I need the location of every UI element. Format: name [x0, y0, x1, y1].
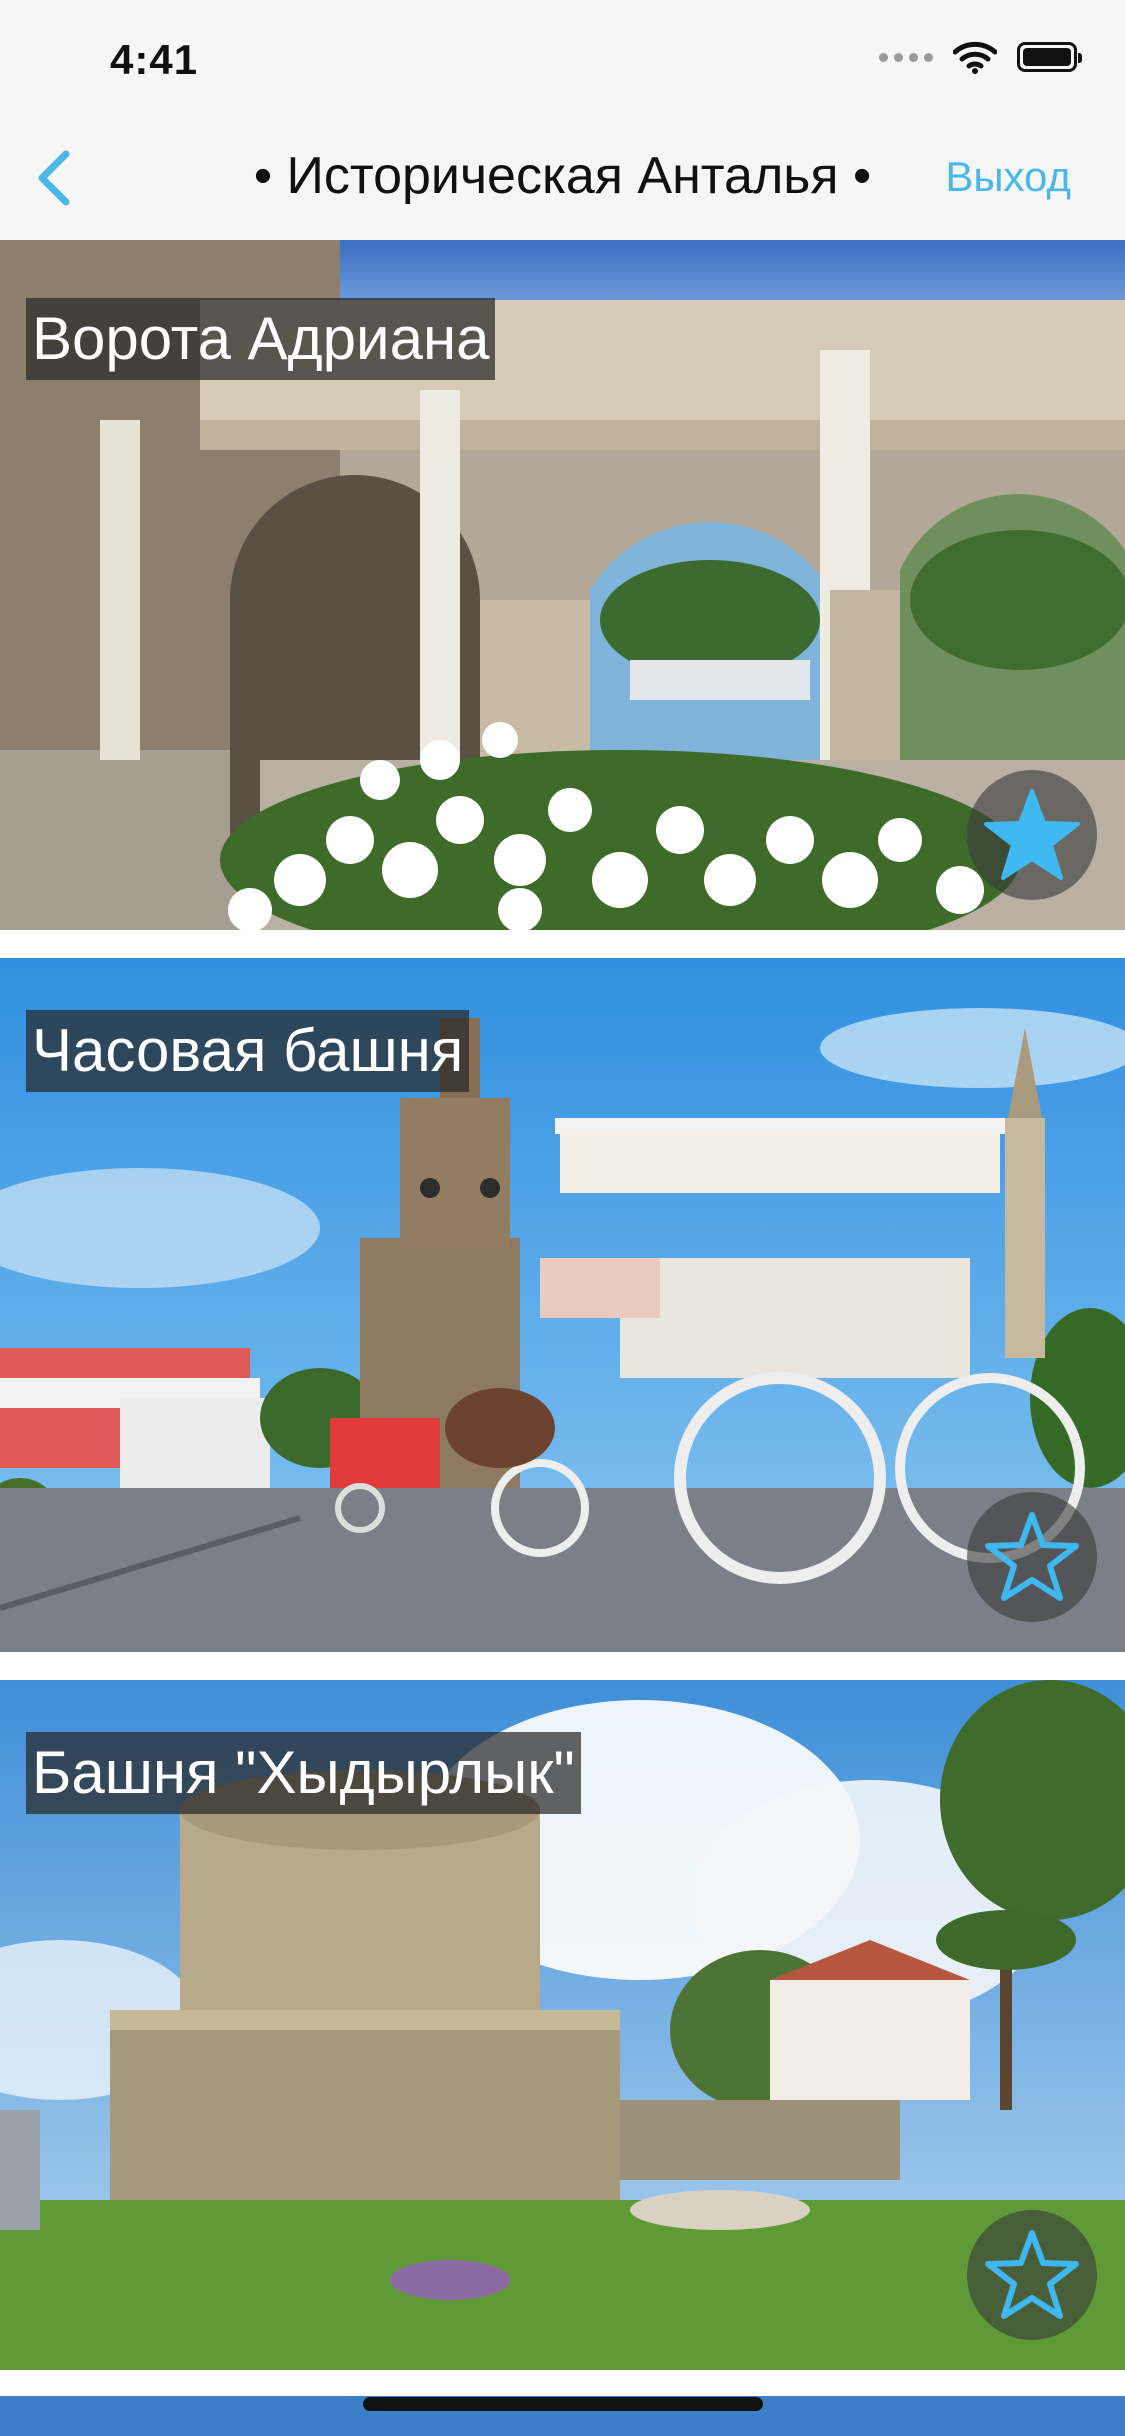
star-outline-icon [985, 1512, 1079, 1601]
place-card[interactable]: Ворота Адриана [0, 240, 1125, 930]
favorite-button[interactable] [967, 1492, 1097, 1622]
cellular-signal-icon [879, 52, 933, 62]
battery-icon [1017, 42, 1082, 72]
favorite-button[interactable] [967, 770, 1097, 900]
wifi-icon [953, 40, 997, 74]
place-card[interactable]: Часовая башня [0, 958, 1125, 1652]
status-time: 4:41 [110, 36, 199, 83]
star-filled-icon [984, 789, 1080, 880]
top-bar: 4:41 • Историческая Анталья • Выход [0, 0, 1125, 240]
star-outline-icon [985, 2230, 1079, 2319]
home-indicator[interactable] [363, 2397, 763, 2411]
place-title: Часовая башня [26, 1010, 470, 1092]
favorite-button[interactable] [967, 2210, 1097, 2340]
exit-button[interactable]: Выход [945, 153, 1071, 201]
status-icons [879, 40, 1082, 74]
place-title: Башня "Хыдырлык" [26, 1732, 581, 1814]
place-card[interactable]: Башня "Хыдырлык" [0, 1680, 1125, 2370]
place-title: Ворота Адриана [26, 298, 496, 380]
